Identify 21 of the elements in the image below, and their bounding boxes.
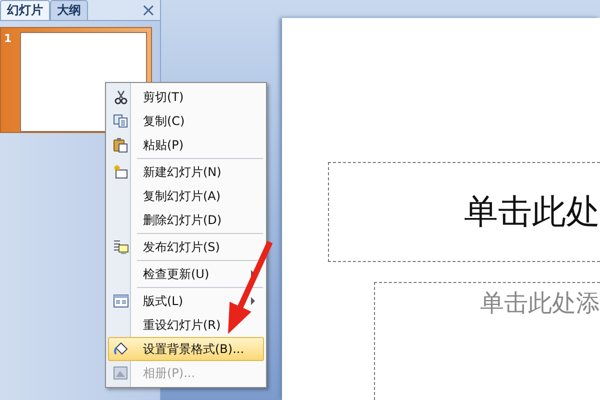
title-placeholder-text: 单击此处	[464, 191, 600, 234]
menu-item[interactable]: 粘贴(P)	[108, 133, 264, 157]
scissors-icon	[113, 89, 129, 105]
publish-slides-icon	[113, 239, 129, 255]
paste-icon	[113, 137, 129, 153]
new-slide-icon	[113, 164, 129, 180]
menu-item[interactable]: 重设幻灯片(R)	[108, 313, 264, 337]
panel-tab[interactable]: 幻灯片	[0, 0, 50, 20]
photo-album-icon	[113, 365, 129, 381]
menu-item[interactable]: 设置背景格式(B)...	[108, 337, 264, 361]
close-button[interactable]: ×	[136, 2, 160, 20]
layout-icon	[113, 293, 129, 309]
paint-bucket-icon	[113, 341, 129, 357]
menu-item[interactable]: 复制幻灯片(A)	[108, 184, 264, 208]
title-placeholder[interactable]: 单击此处	[328, 162, 600, 262]
panel-tab[interactable]: 大纲	[50, 0, 88, 20]
subtitle-placeholder[interactable]: 单击此处添	[374, 282, 600, 400]
subtitle-placeholder-text: 单击此处添	[480, 288, 600, 319]
menu-item[interactable]: 删除幻灯片(D)	[108, 208, 264, 232]
copy-icon	[113, 113, 129, 129]
slide-number: 1	[4, 32, 12, 45]
